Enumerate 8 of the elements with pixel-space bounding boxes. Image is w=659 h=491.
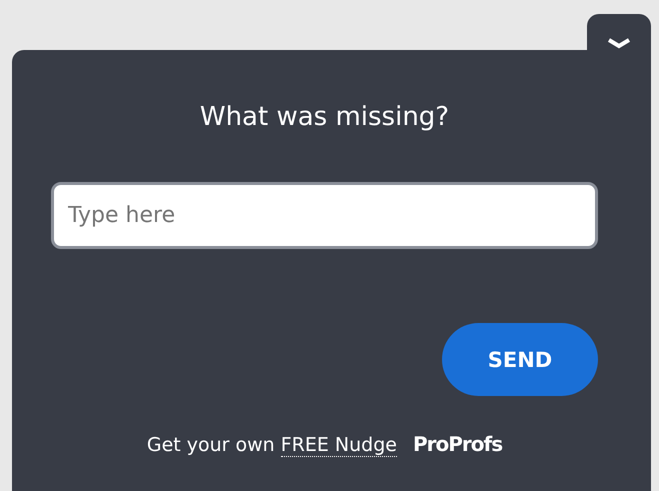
chevron-down-icon [607, 38, 631, 50]
question-title: What was missing? [200, 102, 450, 132]
input-field[interactable]: Type here [51, 182, 598, 249]
send-button[interactable]: SEND [442, 323, 598, 396]
free-nudge-link[interactable]: FREE Nudge [280, 434, 397, 457]
collapse-button[interactable] [587, 14, 651, 50]
brand-logo[interactable]: ProProfs [412, 432, 502, 456]
footer-text: Get your own [146, 434, 275, 456]
